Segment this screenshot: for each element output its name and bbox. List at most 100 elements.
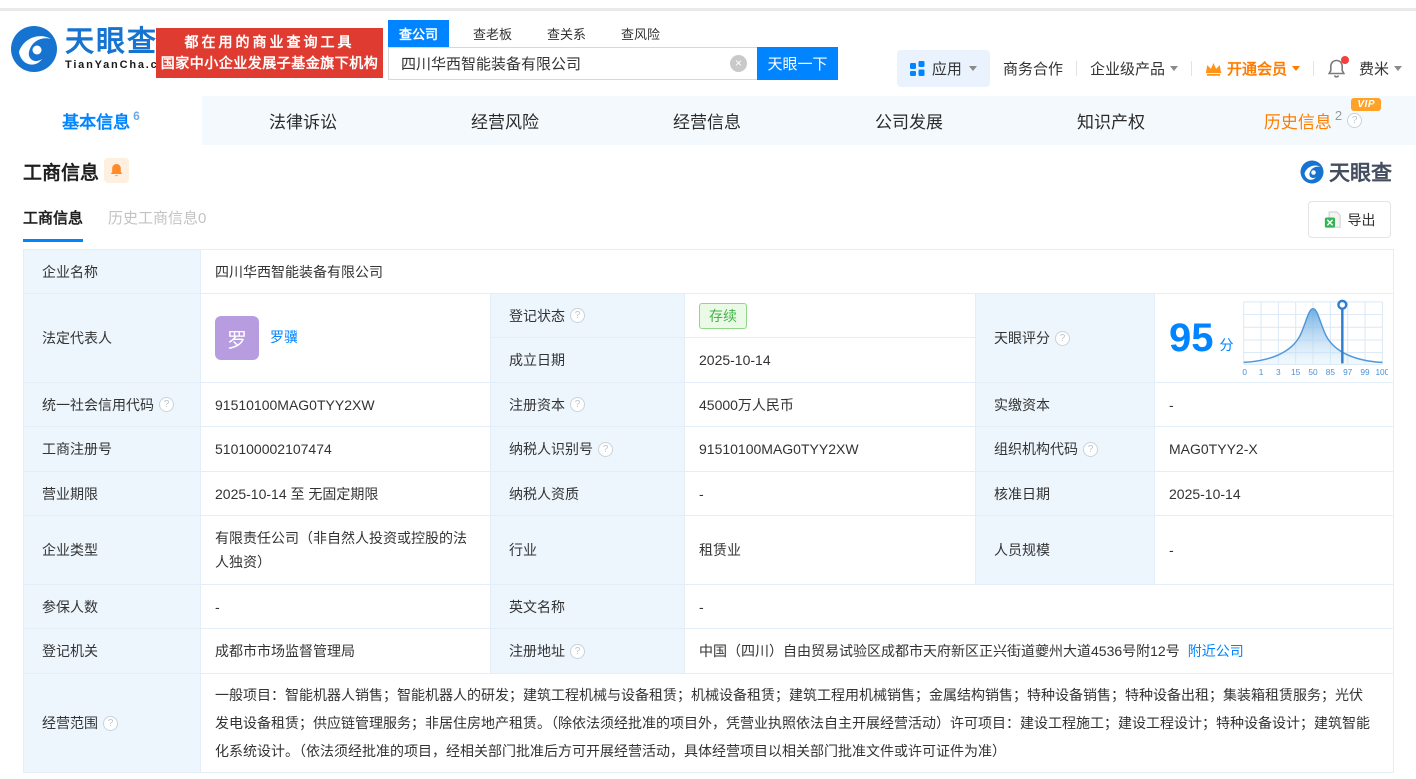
tab-operation-risk[interactable]: 经营风险 [404,96,606,145]
field-value-reg-capital: 45000万人民币 [685,383,976,427]
label-text: 注册资本 [509,395,565,415]
tab-label: 历史信息 [1264,108,1332,133]
menu-enterprise-products[interactable]: 企业级产品 [1090,58,1178,79]
field-value-taxpayer-quality: - [685,472,976,516]
label-text: 注册地址 [509,641,565,661]
tab-label: 公司发展 [875,108,943,133]
help-icon[interactable]: ? [570,644,585,659]
excel-icon [1324,211,1341,229]
svg-text:97: 97 [1343,367,1353,377]
svg-text:99: 99 [1360,367,1370,377]
help-icon[interactable]: ? [598,442,613,457]
score-unit: 分 [1220,335,1234,355]
score-distribution-chart: 0 1 3 15 50 85 97 99 100 [1240,296,1388,380]
tab-company-development[interactable]: 公司发展 [808,96,1010,145]
notifications-bell[interactable] [1327,59,1346,79]
header-menu: 应用 商务合作 企业级产品 开通会员 费米 [897,50,1402,87]
label-text: 统一社会信用代码 [42,395,154,415]
field-value-reg-status: 存续 [685,294,976,338]
search-tab-boss[interactable]: 查老板 [462,20,523,47]
help-icon[interactable]: ? [1347,113,1362,128]
search-tab-relation[interactable]: 查关系 [536,20,597,47]
field-value-staff-size: - [1155,516,1394,585]
tab-label: 经营风险 [471,108,539,133]
field-label-reg-authority: 登记机关 [24,629,201,674]
help-icon[interactable]: ? [159,397,174,412]
search-input[interactable] [388,47,757,80]
tab-count: 6 [133,109,140,123]
field-label-legal-rep: 法定代表人 [24,294,201,383]
logo-eye-icon [10,25,58,73]
slogan-line-2: 国家中小企业发展子基金旗下机构 [156,53,383,74]
tab-label: 知识产权 [1077,108,1145,133]
help-icon[interactable]: ? [1083,442,1098,457]
search-tab-company[interactable]: 查公司 [388,20,449,47]
export-label: 导出 [1348,210,1376,230]
search-button[interactable]: 天眼一下 [757,47,838,80]
field-value-company-type: 有限责任公司（非自然人投资或控股的法人独资） [201,516,491,585]
svg-text:100: 100 [1375,367,1388,377]
svg-text:50: 50 [1308,367,1318,377]
svg-text:0: 0 [1242,367,1247,377]
field-label-company-type: 企业类型 [24,516,201,585]
help-icon[interactable]: ? [1055,331,1070,346]
apps-grid-icon [910,61,925,76]
legal-rep-avatar[interactable]: 罗 [215,316,259,360]
tab-operation-info[interactable]: 经营信息 [606,96,808,145]
nearby-companies-link[interactable]: 附近公司 [1188,643,1244,659]
label-text: 组织机构代码 [994,439,1078,459]
field-value-business-scope: 一般项目：智能机器人销售；智能机器人的研发；建筑工程机械与设备租赁；机械设备租赁… [201,674,1394,773]
search-area: 查公司 查老板 查关系 查风险 × 天眼一下 [388,20,838,80]
table-row: 营业期限 2025-10-14 至 无固定期限 纳税人资质 - 核准日期 202… [24,472,1394,516]
field-value-reg-number: 510100002107474 [201,427,491,472]
field-label-english-name: 英文名称 [491,585,685,629]
search-tab-risk[interactable]: 查风险 [610,20,671,47]
field-value-english-name: - [685,585,1394,629]
tab-basic-info[interactable]: 基本信息 6 [0,96,202,145]
field-label-reg-number: 工商注册号 [24,427,201,472]
company-nav-tabs: 基本信息 6 法律诉讼 经营风险 经营信息 公司发展 知识产权 VIP 历史信息… [0,96,1416,145]
tab-history-info[interactable]: VIP 历史信息 2 ? [1212,96,1414,145]
menu-divider [1191,61,1192,76]
tab-count: 2 [1335,108,1342,123]
subscribe-bell-button[interactable] [104,158,129,183]
help-icon[interactable]: ? [570,308,585,323]
tab-legal-litigation[interactable]: 法律诉讼 [202,96,404,145]
clear-icon[interactable]: × [730,55,747,72]
table-row: 统一社会信用代码? 91510100MAG0TYY2XW 注册资本? 45000… [24,383,1394,427]
field-value-business-term: 2025-10-14 至 无固定期限 [201,472,491,516]
legal-rep-link[interactable]: 罗骥 [270,329,298,345]
label-text: 经营范围 [42,713,98,733]
field-label-reg-address: 注册地址? [491,629,685,674]
tab-intellectual-property[interactable]: 知识产权 [1010,96,1212,145]
table-row: 参保人数 - 英文名称 - [24,585,1394,629]
subtab-row: 工商信息 历史工商信息0 导出 [0,195,1416,249]
username: 费米 [1359,58,1389,79]
logo-eye-icon [1300,160,1324,184]
help-icon[interactable]: ? [103,716,118,731]
watermark-brand-text: 天眼查 [1329,157,1392,187]
label-text: 纳税人识别号 [509,439,593,459]
table-row: 企业类型 有限责任公司（非自然人投资或控股的法人独资） 行业 租赁业 人员规模 … [24,516,1394,585]
help-icon[interactable]: ? [570,397,585,412]
menu-open-vip[interactable]: 开通会员 [1205,58,1300,79]
field-value-reg-address: 中国（四川）自由贸易试验区成都市天府新区正兴街道夔州大道4536号附12号附近公… [685,629,1394,674]
subtab-business-info[interactable]: 工商信息 [23,207,83,242]
field-label-tyc-score: 天眼评分? [976,294,1155,383]
label-text: 登记状态 [509,306,565,326]
field-value-paid-capital: - [1155,383,1394,427]
field-value-industry: 租赁业 [685,516,976,585]
menu-cooperation[interactable]: 商务合作 [1003,58,1063,79]
apps-menu[interactable]: 应用 [897,50,990,87]
export-button[interactable]: 导出 [1308,201,1391,238]
slogan-line-1: 都在用的商业查询工具 [156,32,383,53]
tab-label: 经营信息 [673,108,741,133]
vip-badge: VIP [1351,98,1381,111]
svg-text:3: 3 [1276,367,1281,377]
tianyancha-logo[interactable]: 天眼查 TianYanCha.com [10,25,179,73]
user-menu[interactable]: 费米 [1359,58,1402,79]
subtab-history-business-info[interactable]: 历史工商信息0 [108,207,206,228]
field-value-credit-code: 91510100MAG0TYY2XW [201,383,491,427]
field-value-org-code: MAG0TYY2-X [1155,427,1394,472]
field-label-credit-code: 统一社会信用代码? [24,383,201,427]
